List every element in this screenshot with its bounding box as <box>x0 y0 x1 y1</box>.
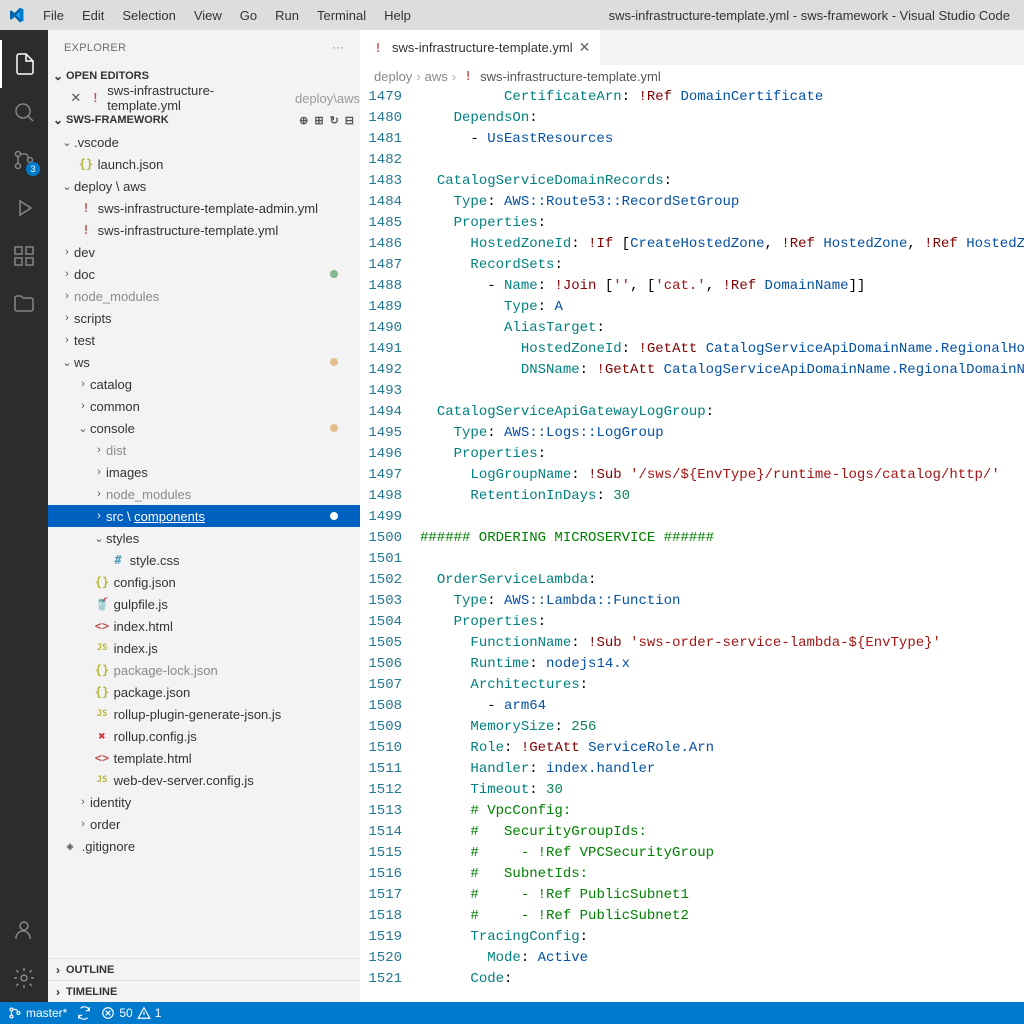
editor-area: ! sws-infrastructure-template.yml ✕ depl… <box>360 30 1024 1002</box>
sidebar: EXPLORER··· ⌄OPEN EDITORS ✕ ! sws-infras… <box>48 30 360 1002</box>
folder-vscode[interactable]: ⌄.vscode <box>48 131 360 153</box>
menu-selection[interactable]: Selection <box>113 4 184 27</box>
json-icon: {} <box>94 685 110 699</box>
window-title: sws-infrastructure-template.yml - sws-fr… <box>420 8 1016 23</box>
folder-test[interactable]: ›test <box>48 329 360 351</box>
folder-order[interactable]: ›order <box>48 813 360 835</box>
new-file-icon[interactable]: ⊕ <box>299 114 308 127</box>
yaml-icon: ! <box>370 41 386 55</box>
new-folder-icon[interactable]: ⊞ <box>314 114 323 127</box>
file-tree: ⌄.vscode {} launch.json ⌄deploy \ aws ! … <box>48 131 360 958</box>
code-editor[interactable]: 1479148014811482148314841485148614871488… <box>360 87 1024 1002</box>
line-gutter: 1479148014811482148314841485148614871488… <box>360 87 420 1002</box>
menu-view[interactable]: View <box>185 4 231 27</box>
file-rollup-plugin[interactable]: JS rollup-plugin-generate-json.js <box>48 703 360 725</box>
folder-deploy-aws[interactable]: ⌄deploy \ aws <box>48 175 360 197</box>
yaml-icon: ! <box>78 223 94 237</box>
extensions-icon[interactable] <box>0 232 48 280</box>
menu-file[interactable]: File <box>34 4 73 27</box>
file-launch-json[interactable]: {} launch.json <box>48 153 360 175</box>
collapse-icon[interactable]: ⊟ <box>345 114 354 127</box>
settings-icon[interactable] <box>0 954 48 1002</box>
refresh-icon[interactable]: ↻ <box>330 114 339 127</box>
menu-edit[interactable]: Edit <box>73 4 113 27</box>
json-icon: {} <box>94 575 110 589</box>
folder-src-components[interactable]: ›src \ components <box>48 505 360 527</box>
file-style-css[interactable]: # style.css <box>48 549 360 571</box>
file-pkg-json[interactable]: {} package.json <box>48 681 360 703</box>
file-template-html[interactable]: <> template.html <box>48 747 360 769</box>
yaml-icon: ! <box>88 91 104 105</box>
file-gulpfile[interactable]: 🥤 gulpfile.js <box>48 593 360 615</box>
folder-scripts[interactable]: ›scripts <box>48 307 360 329</box>
folder-identity[interactable]: ›identity <box>48 791 360 813</box>
folder-doc[interactable]: ›doc <box>48 263 360 285</box>
branch-indicator[interactable]: master* <box>8 1006 67 1020</box>
gulp-icon: 🥤 <box>94 597 110 611</box>
folder-node-modules[interactable]: ›node_modules <box>48 285 360 307</box>
rollup-icon: ✖ <box>94 729 110 743</box>
html-icon: <> <box>94 751 110 765</box>
file-rollup-config[interactable]: ✖ rollup.config.js <box>48 725 360 747</box>
folder-icon[interactable] <box>0 280 48 328</box>
titlebar: FileEditSelectionViewGoRunTerminalHelp s… <box>0 0 1024 30</box>
editor-tabs: ! sws-infrastructure-template.yml ✕ <box>360 30 1024 65</box>
menu-go[interactable]: Go <box>231 4 266 27</box>
file-pkg-lock[interactable]: {} package-lock.json <box>48 659 360 681</box>
sync-icon[interactable] <box>77 1006 91 1020</box>
search-icon[interactable] <box>0 88 48 136</box>
folder-dev[interactable]: ›dev <box>48 241 360 263</box>
yaml-icon: ! <box>78 201 94 215</box>
file-webdev-config[interactable]: JS web-dev-server.config.js <box>48 769 360 791</box>
folder-console[interactable]: ⌄console <box>48 417 360 439</box>
menubar: FileEditSelectionViewGoRunTerminalHelp <box>34 4 420 27</box>
html-icon: <> <box>94 619 110 633</box>
folder-ws[interactable]: ⌄ws <box>48 351 360 373</box>
more-icon[interactable]: ··· <box>332 42 344 54</box>
folder-images[interactable]: ›images <box>48 461 360 483</box>
problems-indicator[interactable]: 50 1 <box>101 1006 161 1020</box>
git-icon: ◈ <box>62 839 78 853</box>
run-debug-icon[interactable] <box>0 184 48 232</box>
close-tab-icon[interactable]: ✕ <box>579 39 591 56</box>
account-icon[interactable] <box>0 906 48 954</box>
scm-badge: 3 <box>26 162 40 176</box>
open-editor-item[interactable]: ✕ ! sws-infrastructure-template.yml depl… <box>48 87 360 109</box>
yaml-icon: ! <box>460 69 476 83</box>
folder-styles[interactable]: ⌄styles <box>48 527 360 549</box>
breadcrumbs[interactable]: deploy› aws› ! sws-infrastructure-templa… <box>360 65 1024 87</box>
menu-terminal[interactable]: Terminal <box>308 4 375 27</box>
file-index-html[interactable]: <> index.html <box>48 615 360 637</box>
status-bar: master* 50 1 <box>0 1002 1024 1024</box>
file-config-json[interactable]: {} config.json <box>48 571 360 593</box>
json-icon: {} <box>78 157 94 171</box>
menu-help[interactable]: Help <box>375 4 420 27</box>
json-icon: {} <box>94 663 110 677</box>
js-icon: JS <box>94 775 110 785</box>
menu-run[interactable]: Run <box>266 4 308 27</box>
explorer-icon[interactable] <box>0 40 48 88</box>
tab-template-yml[interactable]: ! sws-infrastructure-template.yml ✕ <box>360 30 601 65</box>
file-template-yml[interactable]: ! sws-infrastructure-template.yml <box>48 219 360 241</box>
source-control-icon[interactable]: 3 <box>0 136 48 184</box>
code-content[interactable]: CertificateArn: !Ref DomainCertificate D… <box>420 87 1024 1002</box>
sidebar-title: EXPLORER··· <box>48 30 360 65</box>
timeline-header[interactable]: ›TIMELINE <box>48 980 360 1002</box>
workspace-header[interactable]: ⌄SWS-FRAMEWORK ⊕ ⊞ ↻ ⊟ <box>48 109 360 131</box>
folder-nm2[interactable]: ›node_modules <box>48 483 360 505</box>
css-icon: # <box>110 553 126 567</box>
folder-catalog[interactable]: ›catalog <box>48 373 360 395</box>
file-admin-yml[interactable]: ! sws-infrastructure-template-admin.yml <box>48 197 360 219</box>
activity-bar: 3 <box>0 30 48 1002</box>
folder-dist[interactable]: ›dist <box>48 439 360 461</box>
vscode-icon <box>8 7 24 23</box>
folder-common[interactable]: ›common <box>48 395 360 417</box>
file-gitignore[interactable]: ◈ .gitignore <box>48 835 360 857</box>
close-icon[interactable]: ✕ <box>68 90 84 106</box>
js-icon: JS <box>94 709 110 719</box>
file-index-js[interactable]: JS index.js <box>48 637 360 659</box>
js-icon: JS <box>94 643 110 653</box>
outline-header[interactable]: ›OUTLINE <box>48 958 360 980</box>
